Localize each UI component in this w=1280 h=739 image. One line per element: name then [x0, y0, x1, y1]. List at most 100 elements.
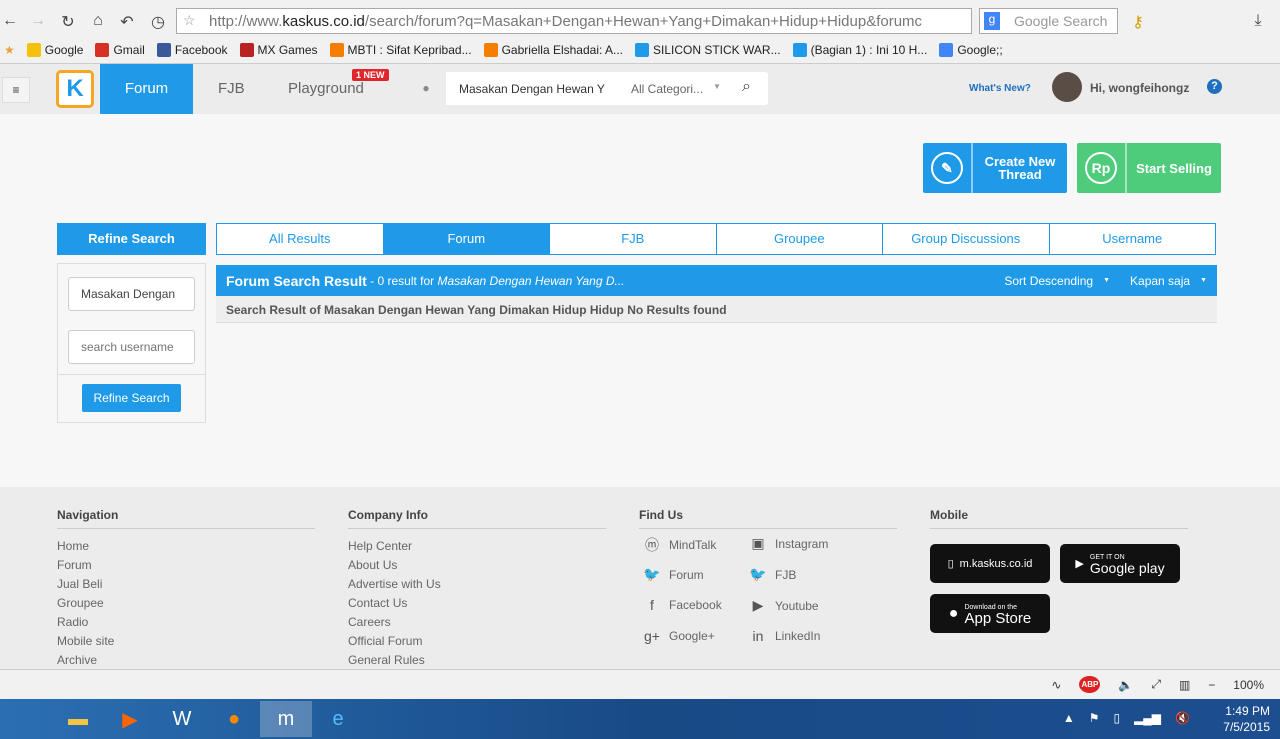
- chat-icon[interactable]: ●: [406, 72, 446, 105]
- forward-icon[interactable]: →: [28, 12, 48, 30]
- bookmark-item[interactable]: MBTI : Sifat Kepribad...: [329, 43, 472, 57]
- social-link[interactable]: ▣ Instagram: [749, 535, 828, 552]
- social-link[interactable]: ▶ Youtube: [749, 597, 819, 614]
- tab-all-results[interactable]: All Results: [217, 224, 384, 254]
- social-link[interactable]: 🐦 FJB: [749, 566, 796, 583]
- username-input[interactable]: [68, 330, 195, 364]
- search-placeholder: Google Search: [1014, 13, 1108, 29]
- footer-link[interactable]: Home: [57, 537, 315, 556]
- footer-link[interactable]: Mobile site: [57, 632, 315, 651]
- avatar[interactable]: [1052, 72, 1082, 102]
- footer-link[interactable]: Contact Us: [348, 594, 606, 613]
- muted-volume-icon[interactable]: 🔇: [1175, 711, 1190, 725]
- mobile-site-button[interactable]: ▯ m.kaskus.co.id: [930, 544, 1050, 583]
- zoom-out-icon[interactable]: −: [1208, 678, 1215, 692]
- whats-new-link[interactable]: What's New?: [969, 83, 1031, 94]
- signal-icon[interactable]: ▂▄▆: [1134, 711, 1161, 725]
- refine-search-button[interactable]: Refine Search: [82, 384, 181, 412]
- footer-find-us: Find Us ⓜ MindTalk ▣ Instagram 🐦 Forum 🐦 FJB f Fac…: [639, 508, 897, 644]
- download-icon[interactable]: ⤓: [1248, 12, 1268, 30]
- tab-username[interactable]: Username: [1050, 224, 1216, 254]
- footer: Navigation Home Forum Jual Beli Groupee Radio…: [0, 487, 1280, 669]
- clock[interactable]: 1:49 PM 7/5/2015: [1223, 703, 1270, 735]
- bookmark-item[interactable]: Google: [26, 43, 83, 57]
- footer-link[interactable]: Archive: [57, 651, 315, 670]
- help-icon[interactable]: ?: [1207, 79, 1222, 94]
- footer-link[interactable]: Groupee: [57, 594, 315, 613]
- footer-link[interactable]: Forum: [57, 556, 315, 575]
- footer-link[interactable]: Advertise with Us: [348, 575, 606, 594]
- tab-groupee[interactable]: Groupee: [717, 224, 883, 254]
- adblock-icon[interactable]: ABP: [1079, 676, 1101, 693]
- sort-dropdown[interactable]: Sort Descending: [1004, 274, 1093, 288]
- footer-link[interactable]: Radio: [57, 613, 315, 632]
- social-link[interactable]: 🐦 Forum: [643, 566, 703, 583]
- nav-fjb[interactable]: FJB: [218, 64, 245, 114]
- facebook-icon: f: [650, 597, 654, 613]
- result-query: Masakan Dengan Hewan Yang D...: [437, 273, 625, 288]
- start-area[interactable]: [0, 701, 52, 737]
- fullscreen-icon[interactable]: ⤢: [1151, 677, 1161, 692]
- bookmark-label: MX Games: [257, 43, 318, 57]
- firefox-icon[interactable]: ●: [208, 701, 260, 737]
- ie-icon[interactable]: e: [312, 701, 364, 737]
- columns-icon[interactable]: ▥: [1179, 678, 1190, 692]
- volume-icon[interactable]: 🔈: [1118, 678, 1133, 692]
- result-count: - 0 result for: [366, 273, 438, 288]
- footer-link[interactable]: Help Center: [348, 537, 606, 556]
- tray-up-icon[interactable]: ▲: [1063, 711, 1075, 725]
- keyword-input[interactable]: [68, 277, 195, 311]
- bookmark-item[interactable]: SILICON STICK WAR...: [635, 43, 781, 57]
- search-icon[interactable]: ⌕: [742, 78, 751, 96]
- time-dropdown[interactable]: Kapan saja: [1130, 274, 1190, 288]
- address-bar[interactable]: http://www.kaskus.co.id/search/forum?q=M…: [176, 8, 972, 34]
- history-icon[interactable]: ◷: [148, 12, 168, 32]
- reload-icon[interactable]: ↻: [58, 12, 78, 32]
- create-thread-button[interactable]: ✎ Create New Thread: [923, 143, 1067, 193]
- flag-icon[interactable]: ⚑: [1089, 711, 1100, 725]
- kaskus-logo[interactable]: K: [56, 70, 94, 108]
- bookmark-item[interactable]: Gabriella Elshadai: A...: [483, 43, 623, 57]
- bookmark-item[interactable]: Facebook: [156, 43, 228, 57]
- search-input[interactable]: Masakan Dengan Hewan Y: [459, 82, 609, 96]
- activity-icon[interactable]: ∿: [1051, 678, 1061, 692]
- footer-link[interactable]: Jual Beli: [57, 575, 315, 594]
- social-link[interactable]: ⓜ MindTalk: [643, 535, 716, 555]
- maxthon-icon[interactable]: m: [260, 701, 312, 737]
- footer-link[interactable]: Official Forum: [348, 632, 606, 651]
- star-icon[interactable]: ☆: [183, 12, 196, 29]
- social-link[interactable]: g+ Google+: [643, 628, 715, 644]
- bookmark-item[interactable]: (Bagian 1) : Ini 10 H...: [792, 43, 927, 57]
- user-greeting[interactable]: Hi, wongfeihongz: [1090, 81, 1189, 95]
- social-link[interactable]: in LinkedIn: [749, 628, 821, 644]
- tab-forum[interactable]: Forum: [383, 224, 550, 254]
- footer-navigation: Navigation Home Forum Jual Beli Groupee Radio…: [57, 508, 315, 670]
- bookmark-item[interactable]: Google;;: [939, 43, 1003, 57]
- start-selling-button[interactable]: Rp Start Selling: [1077, 143, 1221, 193]
- category-select[interactable]: All Categori...: [631, 82, 703, 96]
- menu-icon[interactable]: ≡: [2, 77, 30, 103]
- undo-icon[interactable]: ↶: [117, 12, 137, 32]
- social-link[interactable]: f Facebook: [643, 597, 722, 613]
- home-icon[interactable]: ⌂: [88, 12, 108, 30]
- zoom-level[interactable]: 100%: [1233, 678, 1264, 692]
- back-icon[interactable]: ←: [0, 12, 20, 30]
- mobile-site-label: m.kaskus.co.id: [959, 557, 1033, 570]
- key-icon[interactable]: ⚷: [1128, 12, 1148, 32]
- result-tabs: All Results Forum FJB Groupee Group Disc…: [216, 223, 1216, 255]
- play-label: Google play: [1089, 559, 1165, 576]
- tab-group-discussions[interactable]: Group Discussions: [883, 224, 1050, 254]
- bookmark-item[interactable]: MX Games: [239, 43, 318, 57]
- battery-icon[interactable]: ▯: [1113, 711, 1120, 725]
- footer-link[interactable]: General Rules: [348, 651, 606, 670]
- bookmark-item[interactable]: Gmail: [95, 43, 145, 57]
- footer-link[interactable]: Careers: [348, 613, 606, 632]
- explorer-icon[interactable]: ▬: [52, 701, 104, 737]
- footer-link[interactable]: About Us: [348, 556, 606, 575]
- google-play-button[interactable]: ▶ GET IT ON Google play: [1060, 544, 1180, 583]
- tab-fjb[interactable]: FJB: [550, 224, 717, 254]
- word-icon[interactable]: W: [156, 701, 208, 737]
- nav-forum[interactable]: Forum: [100, 64, 193, 114]
- media-player-icon[interactable]: ▶: [104, 701, 156, 737]
- app-store-button[interactable]: ● Download on the App Store: [930, 594, 1050, 633]
